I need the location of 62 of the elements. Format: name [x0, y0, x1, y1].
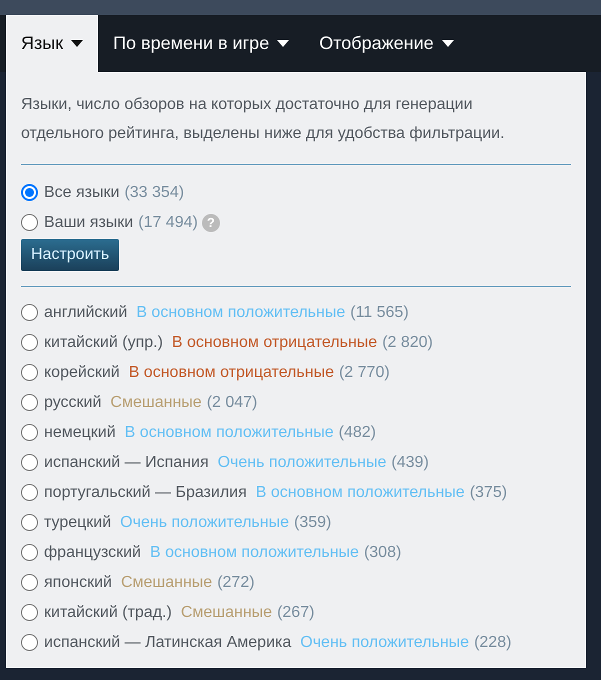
- rating-text: В основном положительные: [256, 483, 465, 503]
- language-name: китайский (упр.): [44, 333, 163, 353]
- language-name: корейский: [44, 363, 120, 383]
- count-text: (375): [470, 483, 508, 503]
- radio-button[interactable]: [21, 454, 38, 471]
- language-name: французский: [44, 543, 141, 563]
- rating-text: Очень положительные: [300, 633, 470, 653]
- filter-tab[interactable]: Язык: [6, 15, 98, 72]
- radio-button[interactable]: [21, 514, 38, 531]
- radio-button[interactable]: [21, 394, 38, 411]
- count-text: (2 770): [338, 363, 390, 383]
- count-text: (308): [364, 543, 402, 563]
- caret-icon: [71, 40, 84, 47]
- radio-button[interactable]: [21, 364, 38, 381]
- language-name: русский: [44, 393, 102, 413]
- count-text: (267): [277, 603, 314, 623]
- rating-text: Смешанные: [120, 573, 212, 593]
- filter-tab[interactable]: Отображение: [304, 15, 469, 72]
- rating-text: В основном отрицательные: [128, 363, 334, 383]
- rating-text: Смешанные: [180, 603, 272, 623]
- language-name: японский: [44, 573, 112, 593]
- radio-button[interactable]: [21, 334, 38, 351]
- count-text: (17 494): [138, 213, 198, 233]
- radio-button[interactable]: [21, 214, 38, 231]
- rating-text: Очень положительные: [120, 513, 289, 533]
- rating-text: Очень положительные: [218, 453, 386, 473]
- count-text: (482): [338, 423, 376, 443]
- radio-button[interactable]: [21, 424, 38, 441]
- count-text: (359): [294, 513, 332, 533]
- count-text: (439): [391, 453, 429, 473]
- customize-button[interactable]: Настроить: [21, 239, 120, 271]
- radio-button[interactable]: [21, 544, 38, 561]
- rating-text: В основном положительные: [124, 423, 334, 443]
- radio-button[interactable]: [21, 304, 38, 321]
- caret-icon: [442, 40, 454, 47]
- caret-icon: [277, 40, 290, 47]
- radio-button[interactable]: [21, 484, 38, 501]
- language-name: турецкий: [44, 513, 112, 533]
- language-name: португальский — Бразилия: [44, 483, 247, 503]
- rating-text: В основном положительные: [150, 543, 359, 563]
- radio-button[interactable]: [21, 184, 38, 201]
- language-name: испанский — Испания: [44, 453, 209, 473]
- count-text: (11 565): [350, 303, 409, 323]
- count-text: (33 354): [124, 183, 184, 203]
- rating-text: В основном отрицательные: [172, 333, 378, 353]
- count-text: (2 047): [206, 393, 258, 413]
- count-text: (2 820): [382, 333, 433, 353]
- option-label: Ваши языки: [44, 213, 134, 233]
- description-text: Языки, число обзоров на которых достаточно для генерации отдельного рейтинга, выделены ниже для удобства фильтрации.: [21, 95, 506, 144]
- language-name: китайский (трад.): [44, 603, 172, 623]
- radio-button[interactable]: [21, 604, 38, 621]
- radio-button[interactable]: [21, 574, 38, 591]
- language-name: английский: [44, 303, 128, 323]
- language-name: испанский — Латинская Америка: [44, 633, 292, 653]
- radio-button[interactable]: [21, 634, 38, 651]
- rating-text: В основном положительные: [136, 303, 346, 323]
- count-text: (272): [217, 573, 255, 593]
- option-label: Все языки: [44, 183, 120, 203]
- filter-tab[interactable]: По времени в игре: [98, 15, 304, 72]
- language-name: немецкий: [44, 423, 116, 443]
- count-text: (228): [474, 633, 512, 653]
- rating-text: Смешанные: [110, 393, 202, 413]
